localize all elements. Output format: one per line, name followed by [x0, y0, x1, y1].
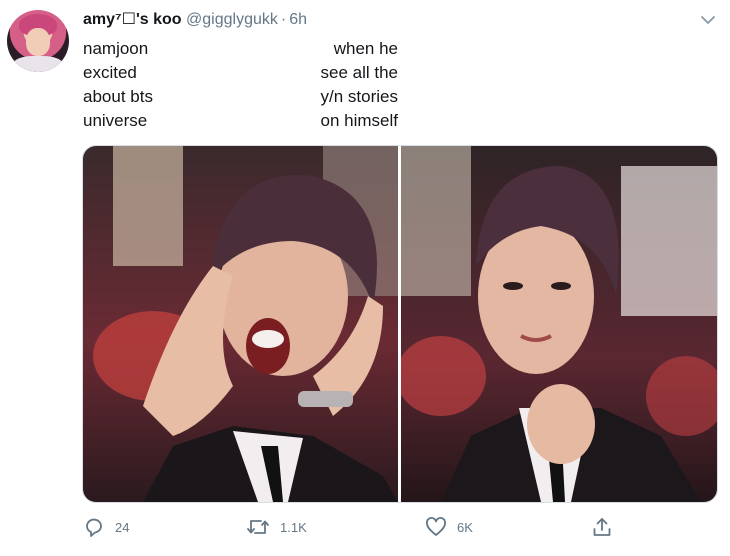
photo-right[interactable]: [401, 146, 717, 502]
retweet-button[interactable]: 1.1K: [246, 512, 307, 542]
text-line: when he: [333, 39, 398, 58]
avatar[interactable]: [7, 10, 69, 72]
tweet-text-right: when he see all the y/n stories on himse…: [310, 37, 399, 133]
heart-icon: [426, 517, 446, 536]
photo-right-illustration: [401, 146, 717, 502]
avatar-shirt: [13, 56, 63, 72]
display-name[interactable]: amy⁷☐'s koo: [83, 11, 182, 28]
text-line: on himself: [320, 111, 398, 130]
reply-count: 24: [115, 519, 130, 535]
text-line: universe: [83, 111, 148, 130]
timestamp[interactable]: 6h: [289, 11, 307, 28]
action-bar: 24 1.1K 6K: [0, 512, 730, 542]
tweet-text-left: namjoon excited about bts universe: [83, 37, 153, 133]
text-line: excited: [83, 63, 137, 82]
chevron-down-icon: [701, 16, 715, 24]
reply-button[interactable]: 24: [83, 512, 129, 542]
separator-dot: ·: [280, 11, 287, 28]
retweet-icon: [247, 520, 269, 534]
like-button[interactable]: 6K: [425, 512, 473, 542]
user-handle[interactable]: @gigglygukk: [186, 11, 278, 28]
share-icon: [593, 518, 611, 536]
text-line: namjoon: [83, 39, 149, 58]
photo-left[interactable]: [83, 146, 398, 502]
retweet-count: 1.1K: [280, 519, 307, 535]
tweet-header: amy⁷☐'s koo @gigglygukk · 6h: [83, 9, 307, 31]
reply-bubble-icon: [86, 518, 102, 537]
text-line: see all the: [320, 63, 399, 82]
tweet-media: [82, 145, 718, 503]
like-count: 6K: [457, 519, 473, 535]
share-button[interactable]: [591, 512, 613, 542]
more-options-button[interactable]: [698, 10, 718, 30]
text-line: y/n stories: [320, 87, 398, 106]
photo-left-illustration: [83, 146, 398, 502]
text-line: about bts: [83, 87, 153, 106]
tweet-card[interactable]: amy⁷☐'s koo @gigglygukk · 6h namjoon excit…: [0, 0, 730, 556]
avatar-face: [26, 28, 50, 56]
